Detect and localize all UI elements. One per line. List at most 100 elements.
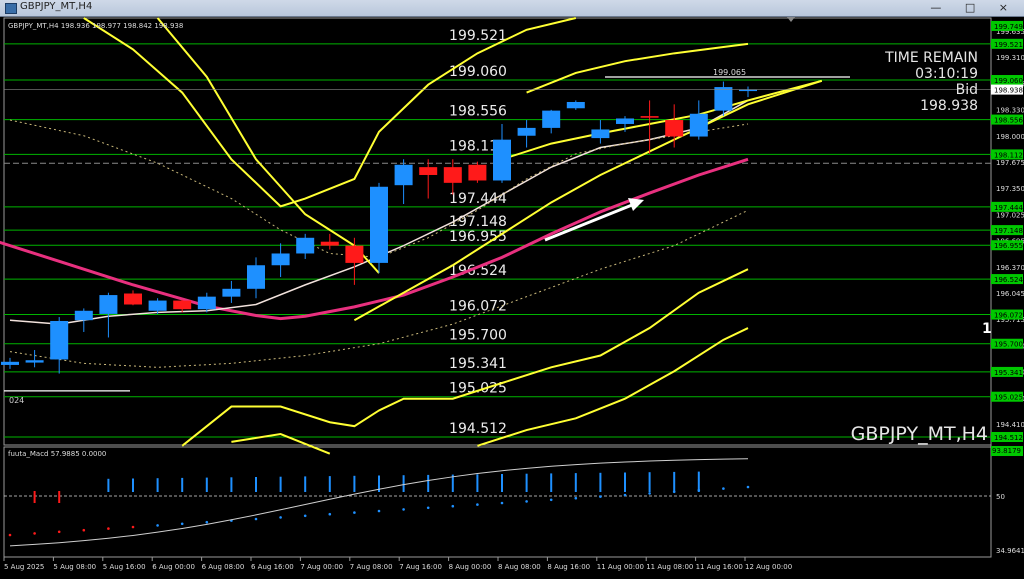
macd-signal-dot	[574, 496, 578, 500]
time-remain-value: 03:10:19	[915, 66, 978, 82]
window-title: GBPJPY_MT,H4	[20, 1, 93, 12]
macd-signal-dot	[107, 527, 110, 530]
time-tick-label: 11 Aug 00:00	[597, 563, 644, 571]
price-tick-label: 194.410	[996, 421, 1024, 429]
candle-bull	[689, 113, 708, 137]
time-tick-label: 8 Aug 16:00	[547, 563, 590, 571]
macd-signal-dot	[377, 509, 381, 513]
candle-bull	[566, 101, 585, 109]
candle-bear	[468, 164, 487, 181]
macd-signal-dot	[599, 495, 602, 498]
time-tick-label: 6 Aug 08:00	[202, 563, 245, 571]
price-tick-label: 196.045	[996, 290, 1024, 298]
macd-signal-dot	[254, 517, 258, 521]
candle-bear	[320, 241, 339, 246]
candle-bear	[640, 116, 659, 118]
macd-label: fuuta_Macd 57.9885 0.0000	[8, 450, 106, 458]
candle-bull	[591, 129, 610, 139]
time-tick-label: 5 Aug 16:00	[103, 563, 146, 571]
window-title-bar[interactable]: GBPJPY_MT,H4 — □ ×	[0, 0, 1024, 17]
candle-bull	[247, 265, 265, 289]
level-label: 195.025	[449, 381, 507, 397]
price-tick-label: 198.330	[996, 107, 1024, 115]
macd-panel-frame	[3, 446, 992, 558]
chart-watermark: GBPJPY_MT,H4	[851, 423, 988, 445]
price-level-tag-text: 197.444	[994, 204, 1023, 212]
candle-bull	[197, 296, 216, 310]
level-label: 195.700	[449, 328, 507, 344]
top-line-label: 199.065	[713, 68, 746, 77]
macd-signal-dot	[722, 487, 725, 490]
macd-signal-dot	[328, 512, 332, 516]
candle-bull	[296, 237, 315, 254]
bid-label: Bid	[956, 82, 978, 98]
partial-level-label: 1	[982, 321, 992, 337]
candle-bull	[542, 110, 561, 128]
time-tick-label: 11 Aug 08:00	[646, 563, 693, 571]
macd-axis-mid: 50	[996, 493, 1005, 501]
macd-signal-dot	[426, 506, 430, 510]
time-remain-label: TIME REMAIN	[884, 50, 978, 66]
current-price-tag-text: 198.938	[994, 87, 1023, 95]
window-controls[interactable]: — □ ×	[930, 1, 1018, 14]
price-tick-label: 198.000	[996, 133, 1024, 141]
level-label: 194.512	[449, 421, 507, 437]
macd-signal-dot	[303, 514, 307, 518]
candle-bull	[714, 87, 733, 111]
time-tick-label: 7 Aug 00:00	[300, 563, 343, 571]
candle-bull	[222, 288, 241, 297]
price-level-tag-text: 194.512	[994, 434, 1023, 442]
maximize-button[interactable]: □	[965, 1, 985, 14]
price-level-tag-text: 197.148	[994, 227, 1023, 235]
macd-axis-bottom: 34.9641	[996, 547, 1024, 555]
candle-bear	[665, 120, 684, 137]
candle-bull	[148, 300, 167, 311]
macd-signal-dot	[525, 500, 528, 503]
price-level-tag-text: 198.556	[994, 117, 1023, 125]
price-level-tag-text: 199.060	[994, 77, 1023, 85]
price-level-tag-text: 198.112	[994, 151, 1023, 159]
macd-signal-dot	[156, 524, 159, 527]
price-level-tag-text: 199.521	[994, 41, 1023, 49]
macd-signal-dot	[672, 490, 676, 494]
minimize-button[interactable]: —	[930, 1, 951, 14]
close-button[interactable]: ×	[999, 1, 1018, 14]
macd-signal-dot	[451, 504, 455, 508]
level-label: 196.072	[449, 299, 507, 315]
macd-axis-top: 93.8179	[992, 447, 1021, 455]
macd-signal-dot	[82, 528, 86, 532]
macd-signal-dot	[500, 501, 504, 505]
candle-bull	[50, 320, 69, 360]
candle-bear	[345, 245, 364, 263]
price-level-tag-text: 199.749	[994, 23, 1023, 31]
candle-bull	[74, 310, 93, 321]
candle-bull	[99, 295, 118, 314]
chart-window-icon	[5, 3, 17, 14]
macd-signal-dot	[476, 503, 479, 506]
macd-signal-dot	[746, 485, 750, 489]
macd-signal-dot	[697, 488, 701, 492]
price-tick-label: 197.025	[996, 211, 1024, 219]
time-tick-label: 7 Aug 16:00	[399, 563, 442, 571]
price-level-tag-text: 196.524	[994, 276, 1023, 284]
time-tick-label: 6 Aug 16:00	[251, 563, 294, 571]
price-chart[interactable]: 199.521 199.060 198.556 198.112 197.444 197.1…	[0, 16, 1024, 579]
macd-signal-dot	[180, 522, 184, 526]
price-tick-label: 197.350	[996, 185, 1024, 193]
macd-signal-dot	[131, 525, 135, 529]
candle-bull	[1, 361, 19, 365]
time-tick-label: 6 Aug 00:00	[152, 563, 195, 571]
candle-bear	[173, 300, 192, 310]
macd-signal-dot	[402, 508, 405, 511]
candle-bull	[394, 164, 413, 186]
candle-bear	[419, 167, 438, 175]
candle-bull	[616, 118, 634, 124]
price-level-tag-text: 195.025	[994, 394, 1023, 402]
macd-signal-dot	[33, 532, 36, 535]
level-label: 198.556	[449, 104, 507, 120]
time-tick-label: 11 Aug 16:00	[696, 563, 743, 571]
price-level-tag-text: 196.072	[994, 312, 1023, 320]
candle-bull	[271, 253, 290, 266]
price-tick-label: 199.310	[996, 54, 1024, 62]
macd-signal-dot	[648, 492, 651, 495]
